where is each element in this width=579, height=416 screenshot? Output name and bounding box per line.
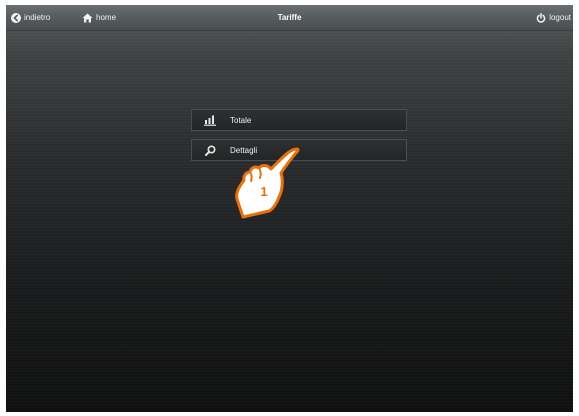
top-bar: indietro home Tariffe logout: [6, 5, 573, 31]
power-icon: [536, 12, 546, 23]
app-screen: indietro home Tariffe logout Totale Dett…: [6, 5, 573, 412]
search-icon: [203, 144, 217, 156]
step-number: 1: [260, 184, 268, 199]
logout-button[interactable]: logout: [536, 10, 571, 25]
page-title: Tariffe: [277, 13, 302, 22]
screenshot-frame: indietro home Tariffe logout Totale Dett…: [0, 0, 579, 416]
bar-chart-icon: [203, 114, 217, 126]
menu-item-totale[interactable]: Totale: [191, 109, 407, 131]
menu-item-label: Totale: [230, 115, 252, 125]
logout-label: logout: [549, 13, 571, 22]
